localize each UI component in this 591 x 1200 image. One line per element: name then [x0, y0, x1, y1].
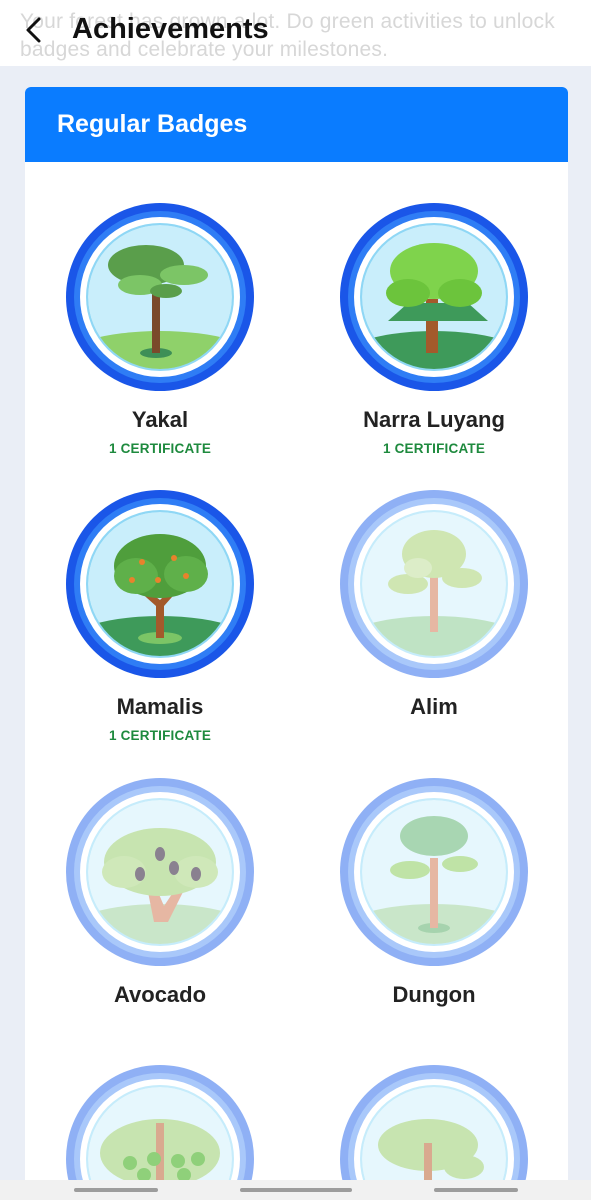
page-title: Achievements [72, 13, 269, 45]
avocado-tree-icon [66, 778, 254, 966]
badge-certificate-count: 1 CERTIFICATE [108, 728, 212, 743]
badge-avocado[interactable]: Avocado [45, 776, 275, 1016]
system-nav-bar [0, 1180, 591, 1200]
card-header: Regular Badges [25, 87, 568, 162]
nav-handle-right[interactable] [434, 1188, 518, 1192]
badge-name: Yakal [131, 407, 189, 432]
badge-yakal[interactable]: Yakal 1 CERTIFICATE [45, 201, 275, 456]
section-title: Regular Badges [57, 110, 248, 138]
app-bar: Your forest has grown a lot. Do green ac… [0, 0, 591, 66]
nav-handle-left[interactable] [74, 1188, 158, 1192]
narra-luyang-tree-icon [340, 203, 528, 391]
badge-name: Dungon [392, 982, 476, 1007]
dungon-tree-icon [340, 778, 528, 966]
badge-mamalis[interactable]: Mamalis 1 CERTIFICATE [45, 488, 275, 743]
badge-name: Avocado [113, 982, 207, 1007]
badge-name: Mamalis [116, 694, 204, 719]
badge-certificate-count: 1 CERTIFICATE [382, 441, 486, 456]
mamalis-tree-icon [66, 490, 254, 678]
back-button[interactable] [14, 10, 54, 50]
badge-certificate-count: 1 CERTIFICATE [108, 441, 212, 456]
badge-name: Narra Luyang [363, 407, 505, 432]
nav-handle-center[interactable] [240, 1188, 352, 1192]
badge-name: Alim [410, 694, 458, 719]
badge-dungon[interactable]: Dungon [319, 776, 549, 1016]
badge-alim[interactable]: Alim [319, 488, 549, 728]
app-bar-foreground: Achievements [0, 0, 591, 58]
chevron-left-icon [26, 17, 41, 43]
alim-tree-icon [340, 490, 528, 678]
regular-badges-card: Regular Badges Yakal 1 CERTIFICATE Narra… [25, 87, 568, 1200]
yakal-tree-icon [66, 203, 254, 391]
badge-narra-luyang[interactable]: Narra Luyang 1 CERTIFICATE [319, 201, 549, 456]
